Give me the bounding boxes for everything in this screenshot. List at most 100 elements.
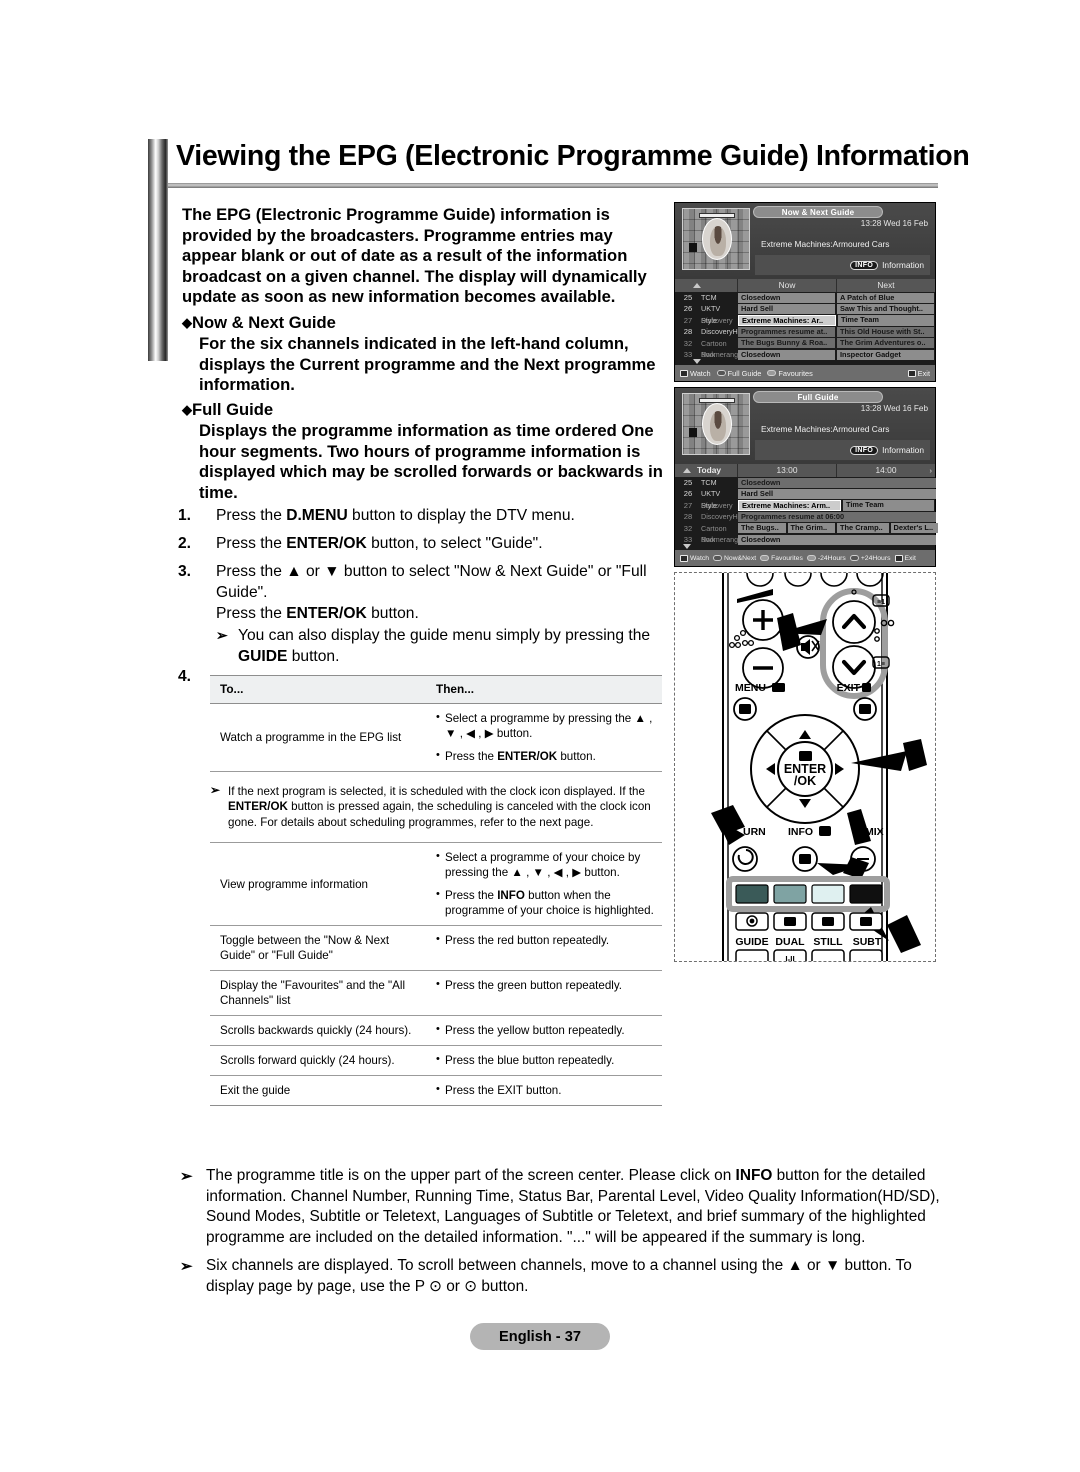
- table-cell-action: Exit the guide: [220, 1084, 291, 1098]
- tv-programme-cell[interactable]: Closedown: [738, 477, 936, 488]
- tv-programme-cell[interactable]: The Bugs..: [738, 523, 786, 534]
- chevron-down-icon[interactable]: [693, 359, 701, 364]
- tv-scroll-up[interactable]: Today: [675, 464, 737, 477]
- tv-info-bar: INFO Information: [755, 440, 930, 460]
- tv-channel-number: 28: [683, 512, 693, 522]
- tv-next-cell[interactable]: Saw This and Thought..: [837, 303, 934, 315]
- tv-programme-cell[interactable]: The Cramp..: [837, 523, 889, 534]
- chevron-up-icon: [683, 468, 691, 473]
- table-row: Exit the guide Press the EXIT button.: [210, 1076, 662, 1107]
- list-item: Press the blue button repeatedly.: [436, 1052, 658, 1068]
- tv-next-cell[interactable]: This Old House with St..: [837, 326, 934, 337]
- tv-next-cell[interactable]: The Grim Adventures o..: [837, 338, 934, 349]
- tv-info-bar: INFO Information: [755, 255, 930, 275]
- bullet-body-full-guide: Displays the programme information as ti…: [199, 421, 663, 502]
- tv-now-cell[interactable]: The Bugs Bunny & Roa..: [738, 338, 835, 349]
- table-row: Scrolls forward quickly (24 hours). Pres…: [210, 1046, 662, 1077]
- chevron-down-icon[interactable]: [683, 544, 691, 549]
- tv-grid-row[interactable]: 32 Cartoon Nwk The Bugs Bunny & Roa.. Th…: [675, 338, 935, 359]
- tv-grid-row[interactable]: 33 Boomerang Closedown Inspector Gadget: [675, 349, 935, 360]
- tv-footer-full-guide[interactable]: Full Guide: [716, 369, 761, 378]
- tv-grid-row[interactable]: 28 DiscoveryH.. Programmes resume at 06:…: [675, 511, 936, 522]
- tv-next-cell[interactable]: Time Team: [838, 315, 934, 326]
- tv-now-cell[interactable]: Programmes resume at..: [738, 326, 835, 337]
- tv-footer-plus-24h[interactable]: +24Hours: [849, 555, 891, 562]
- tv-header: Full Guide 13:28 Wed 16 Feb Extreme Mach…: [675, 388, 935, 464]
- green-colour-button: [773, 884, 807, 904]
- tv-grid-row[interactable]: 26 UKTV Style Hard Sell: [675, 488, 936, 510]
- tv-now-cell[interactable]: Hard Sell: [738, 303, 835, 315]
- step-4-number: 4.: [178, 668, 192, 685]
- title-rule: [168, 183, 938, 188]
- tv-now-cell[interactable]: Closedown: [738, 349, 835, 360]
- blue-colour-button: [849, 884, 883, 904]
- step-1: 1. Press the D.MENU button to display th…: [178, 505, 668, 526]
- info-button-pill: INFO: [850, 260, 879, 270]
- manual-page: Viewing the EPG (Electronic Programme Gu…: [0, 0, 1080, 1472]
- tv-footer-bar: Watch Now&Next Favourites -24Hours +24Ho…: [675, 550, 935, 566]
- table-cell-result: Press the red button repeatedly.: [428, 926, 662, 970]
- tv-scroll-up[interactable]: [675, 279, 737, 292]
- table-cell-result: Select a programme by pressing the ▲ , ▼…: [428, 704, 662, 771]
- tv-programme-cell[interactable]: Programmes resume at 06:00: [738, 511, 936, 522]
- bullet-heading-now-next: ◆Now & Next Guide: [182, 313, 336, 332]
- info-label: Information: [882, 445, 924, 455]
- tv-programme-cell[interactable]: Dexter's L..: [890, 523, 939, 534]
- tv-footer-exit[interactable]: Exit: [894, 554, 916, 562]
- enter-key-icon: [680, 554, 688, 562]
- tv-now-cell-selected[interactable]: Extreme Machines: Ar..: [738, 315, 836, 326]
- tv-footer-exit[interactable]: Exit: [907, 369, 930, 378]
- tv-footer-minus-24h[interactable]: -24Hours: [806, 555, 846, 562]
- tv-grid-row[interactable]: 25 TCM Closedown: [675, 477, 936, 488]
- tv-programme-cell[interactable]: Time Team: [842, 500, 935, 511]
- page-title: Viewing the EPG (Electronic Programme Gu…: [176, 140, 970, 172]
- tv-grid-row[interactable]: 33 Boomerang Closedown: [675, 534, 936, 545]
- red-button-icon: [716, 370, 726, 376]
- tv-time-slot-2: 14:00 ›: [836, 464, 935, 477]
- list-item: Press the green button repeatedly.: [436, 977, 658, 993]
- tv-programme-cell[interactable]: Hard Sell: [738, 488, 936, 500]
- tv-programme-cell[interactable]: Closedown: [738, 534, 936, 545]
- tv-grid-row[interactable]: 27 Discovery Extreme Machines: Arm.. Tim…: [675, 500, 935, 511]
- tv-next-cell[interactable]: A Patch of Blue: [837, 292, 934, 303]
- green-button-icon: [767, 370, 777, 376]
- diamond-icon: ◆: [182, 402, 192, 417]
- tv-grid-row[interactable]: 28 DiscoveryH.. Programmes resume at.. T…: [675, 326, 935, 337]
- list-item: Press the EXIT button.: [436, 1082, 658, 1098]
- tv-screenshot-full-guide: Full Guide 13:28 Wed 16 Feb Extreme Mach…: [674, 387, 939, 567]
- tv-channel-name: TCM: [701, 293, 717, 302]
- page-footer: English - 37: [470, 1323, 610, 1350]
- tv-column-now: Now: [737, 279, 836, 292]
- tv-footer-watch[interactable]: Watch: [680, 554, 709, 562]
- tv-channel-number: 32: [683, 338, 693, 348]
- bottom-notes: ➢ The programme title is on the upper par…: [176, 1166, 944, 1306]
- red-colour-button: [735, 884, 769, 904]
- tv-next-cell[interactable]: Inspector Gadget: [837, 349, 934, 360]
- tv-footer-favourites[interactable]: Favourites: [760, 555, 803, 562]
- tv-grid-row[interactable]: 32 Cartoon Nwk The Bugs.. The Grim.. The…: [675, 523, 939, 544]
- tv-programme-cell-selected[interactable]: Extreme Machines: Arm..: [738, 500, 841, 511]
- tv-channel-number: 26: [683, 489, 693, 499]
- tv-now-cell[interactable]: Closedown: [738, 292, 835, 303]
- table-row: Scrolls backwards quickly (24 hours). Pr…: [210, 1016, 662, 1047]
- chevron-right-icon[interactable]: ›: [930, 464, 933, 477]
- arrow-note-icon: ➢: [180, 1258, 193, 1276]
- tv-title-full-guide: Full Guide: [753, 391, 883, 403]
- list-item: Press the INFO button when the programme…: [436, 887, 658, 918]
- tv-column-next: Next: [836, 279, 935, 292]
- tv-programme-cell[interactable]: The Grim..: [787, 523, 836, 534]
- tv-grid-row[interactable]: 25 TCM Closedown A Patch of Blue: [675, 292, 935, 303]
- remote-control-svg: ≡1 1≡ MENU EXIT ENTER /OK URN INFO MIX G…: [711, 573, 927, 961]
- green-button-icon: [760, 555, 770, 561]
- tv-footer-now-next[interactable]: Now&Next: [713, 555, 756, 562]
- tv-grid-row[interactable]: 26 UKTV Style Hard Sell Saw This and Tho…: [675, 303, 935, 325]
- chevron-up-icon: [693, 283, 701, 288]
- guide-button: [735, 949, 769, 961]
- tv-footer-watch[interactable]: Watch: [680, 369, 711, 378]
- tv-grid-row[interactable]: 27 Discovery Extreme Machines: Ar.. Time…: [675, 315, 935, 326]
- tv-footer-favourites[interactable]: Favourites: [767, 369, 813, 378]
- list-item: Press the yellow button repeatedly.: [436, 1022, 658, 1038]
- table-row: Watch a programme in the EPG list Select…: [210, 704, 662, 772]
- bottom-note-1: ➢ The programme title is on the upper par…: [180, 1167, 940, 1246]
- exit-key-icon: [894, 554, 903, 562]
